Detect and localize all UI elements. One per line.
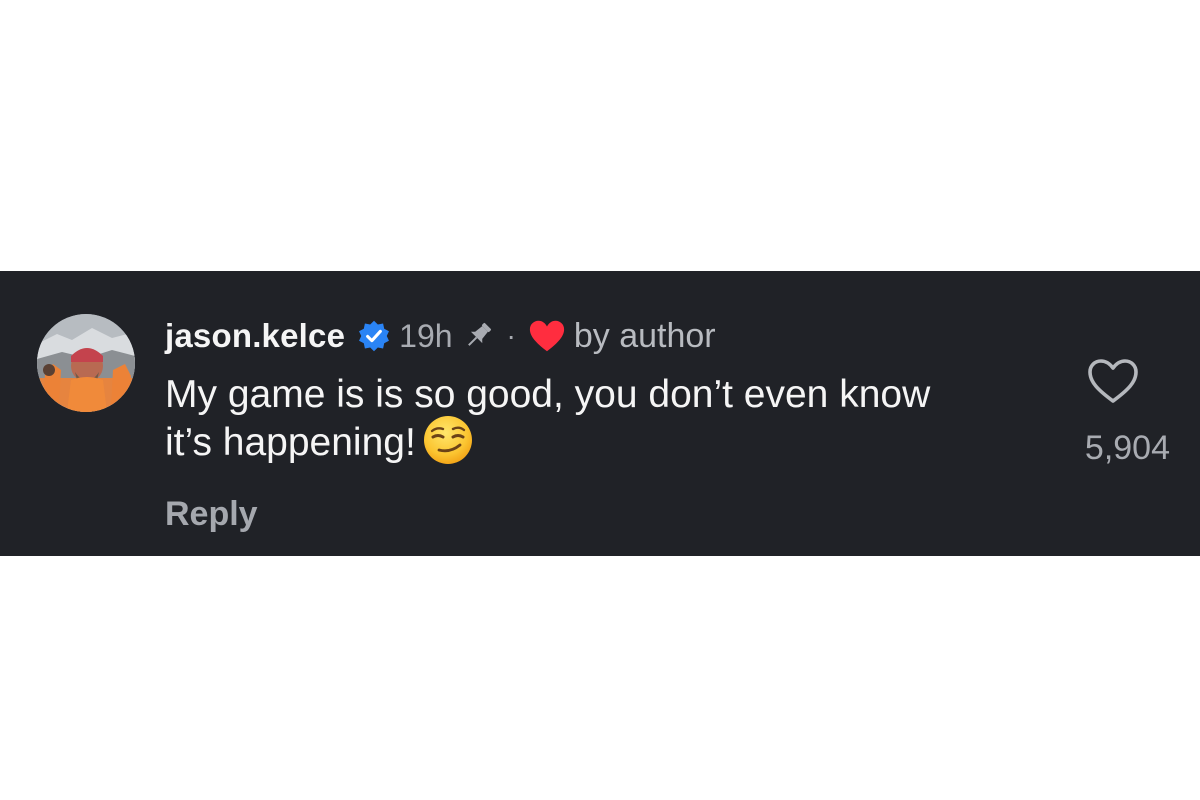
comment-timestamp: 19h	[399, 317, 453, 354]
comment-card: jason.kelce 19h · by author My game is i…	[0, 271, 1200, 556]
comment-body: My game is is so good, you don’t even kn…	[165, 373, 931, 464]
separator-dot: ·	[506, 320, 516, 351]
page: jason.kelce 19h · by author My game is i…	[0, 0, 1200, 800]
comment-header: jason.kelce 19h · by author	[165, 315, 716, 357]
heart-filled-icon	[529, 320, 564, 352]
username-link[interactable]: jason.kelce	[165, 317, 345, 355]
liked-by-author-label: by author	[573, 316, 716, 355]
reply-button[interactable]: Reply	[165, 495, 258, 534]
avatar[interactable]	[37, 314, 135, 412]
like-count: 5,904	[1084, 429, 1170, 467]
pin-icon	[467, 322, 491, 346]
verified-badge-icon	[359, 320, 390, 352]
heart-outline-icon[interactable]	[1086, 357, 1140, 405]
smirking-face-emoji-icon	[423, 415, 472, 464]
comment-text: My game is is so good, you don’t even kn…	[165, 371, 965, 467]
